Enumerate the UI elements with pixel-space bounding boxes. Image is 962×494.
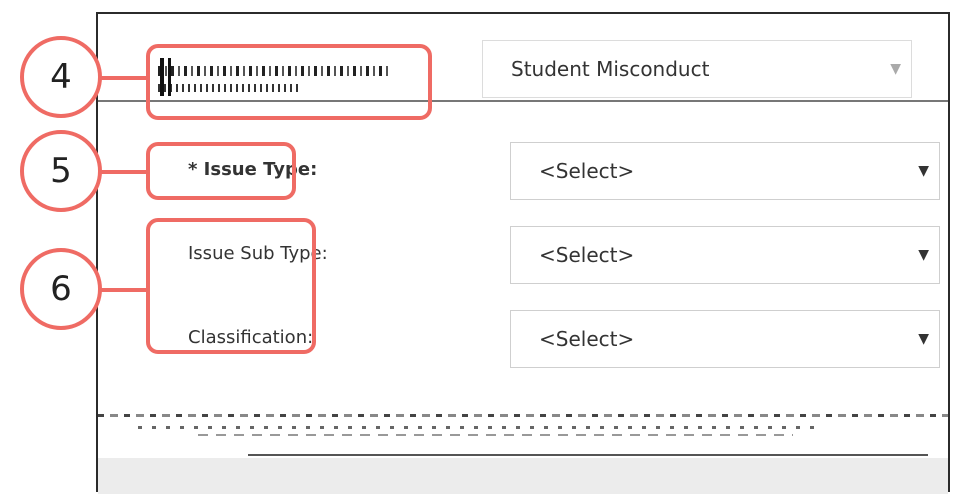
chevron-down-icon: ▼ xyxy=(890,61,901,77)
callout-badge-5: 5 xyxy=(20,130,102,212)
callout-badge-4: 4 xyxy=(20,36,102,118)
garbled-divider xyxy=(248,454,928,456)
callout-connector xyxy=(100,170,148,174)
department-select[interactable]: Student Misconduct ▼ xyxy=(482,40,912,98)
callout-number: 6 xyxy=(50,269,72,309)
issue-sub-type-select-value: <Select> xyxy=(539,243,635,267)
issue-type-select-value: <Select> xyxy=(539,159,635,183)
callout-number: 5 xyxy=(50,151,72,191)
callout-connector xyxy=(100,288,148,292)
footer-area xyxy=(98,458,948,494)
chevron-down-icon: ▼ xyxy=(918,247,929,263)
chevron-down-icon: ▼ xyxy=(918,331,929,347)
callout-badge-6: 6 xyxy=(20,248,102,330)
garbled-row-text xyxy=(98,410,948,440)
classification-select[interactable]: <Select> ▼ xyxy=(510,310,940,368)
callout-connector xyxy=(100,76,148,80)
highlight-box-5 xyxy=(146,142,296,200)
department-select-value: Student Misconduct xyxy=(511,57,710,81)
callout-number: 4 xyxy=(50,57,72,97)
highlight-box-4 xyxy=(146,44,432,120)
issue-type-select[interactable]: <Select> ▼ xyxy=(510,142,940,200)
highlight-box-6 xyxy=(146,218,316,354)
issue-sub-type-select[interactable]: <Select> ▼ xyxy=(510,226,940,284)
chevron-down-icon: ▼ xyxy=(918,163,929,179)
classification-select-value: <Select> xyxy=(539,327,635,351)
